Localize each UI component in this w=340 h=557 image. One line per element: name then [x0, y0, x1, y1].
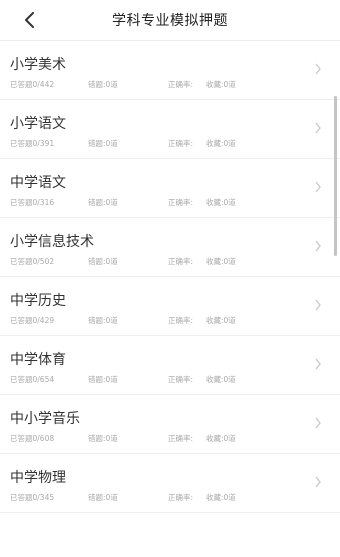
answered-count: 已答题0/429 — [10, 316, 55, 325]
accuracy: 正确率: — [168, 80, 194, 89]
favorites-count: 收藏:0道 — [206, 375, 236, 384]
top-bar: 学科专业模拟押题 — [0, 0, 340, 41]
favorites-count: 收藏:0道 — [206, 80, 236, 89]
chevron-right-icon — [315, 299, 321, 311]
wrong-count: 错题:0道 — [88, 316, 118, 325]
wrong-count: 错题:0道 — [88, 434, 118, 443]
list-item[interactable]: 小学语文 已答题0/391 错题:0道 正确率: 收藏:0道 — [0, 100, 340, 159]
wrong-count: 错题:0道 — [88, 198, 118, 207]
accuracy: 正确率: — [168, 139, 194, 148]
chevron-right-icon — [315, 358, 321, 370]
list-item[interactable]: 小学美术 已答题0/442 错题:0道 正确率: 收藏:0道 — [0, 41, 340, 100]
subject-list: 小学美术 已答题0/442 错题:0道 正确率: 收藏:0道 小学语文 已答题0… — [0, 41, 340, 513]
accuracy: 正确率: — [168, 316, 194, 325]
subject-name: 中学语文 — [10, 175, 66, 191]
subject-name: 中学物理 — [10, 470, 66, 486]
wrong-count: 错题:0道 — [88, 375, 118, 384]
list-item[interactable]: 中小学音乐 已答题0/608 错题:0道 正确率: 收藏:0道 — [0, 395, 340, 454]
answered-count: 已答题0/316 — [10, 198, 55, 207]
subject-name: 小学信息技术 — [10, 234, 94, 250]
answered-count: 已答题0/345 — [10, 493, 55, 502]
wrong-count: 错题:0道 — [88, 493, 118, 502]
chevron-right-icon — [315, 240, 321, 252]
chevron-right-icon — [315, 417, 321, 429]
chevron-right-icon — [315, 122, 321, 134]
accuracy: 正确率: — [168, 434, 194, 443]
wrong-count: 错题:0道 — [88, 139, 118, 148]
page-title: 学科专业模拟押题 — [112, 13, 228, 29]
favorites-count: 收藏:0道 — [206, 434, 236, 443]
subject-name: 中学历史 — [10, 293, 66, 309]
list-item[interactable]: 中学物理 已答题0/345 错题:0道 正确率: 收藏:0道 — [0, 454, 340, 513]
answered-count: 已答题0/442 — [10, 80, 55, 89]
subject-name: 小学美术 — [10, 57, 66, 73]
accuracy: 正确率: — [168, 375, 194, 384]
chevron-right-icon — [315, 476, 321, 488]
favorites-count: 收藏:0道 — [206, 198, 236, 207]
list-item[interactable]: 中学语文 已答题0/316 错题:0道 正确率: 收藏:0道 — [0, 159, 340, 218]
answered-count: 已答题0/391 — [10, 139, 55, 148]
answered-count: 已答题0/502 — [10, 257, 55, 266]
accuracy: 正确率: — [168, 198, 194, 207]
answered-count: 已答题0/608 — [10, 434, 55, 443]
wrong-count: 错题:0道 — [88, 257, 118, 266]
subject-name: 小学语文 — [10, 116, 66, 132]
chevron-right-icon — [315, 63, 321, 75]
subject-name: 中学体育 — [10, 352, 66, 368]
answered-count: 已答题0/654 — [10, 375, 55, 384]
accuracy: 正确率: — [168, 257, 194, 266]
scrollbar-thumb[interactable] — [334, 96, 337, 256]
favorites-count: 收藏:0道 — [206, 316, 236, 325]
wrong-count: 错题:0道 — [88, 80, 118, 89]
chevron-right-icon — [315, 181, 321, 193]
favorites-count: 收藏:0道 — [206, 493, 236, 502]
list-item[interactable]: 中学历史 已答题0/429 错题:0道 正确率: 收藏:0道 — [0, 277, 340, 336]
favorites-count: 收藏:0道 — [206, 257, 236, 266]
list-item[interactable]: 中学体育 已答题0/654 错题:0道 正确率: 收藏:0道 — [0, 336, 340, 395]
favorites-count: 收藏:0道 — [206, 139, 236, 148]
subject-name: 中小学音乐 — [10, 411, 80, 427]
accuracy: 正确率: — [168, 493, 194, 502]
list-item[interactable]: 小学信息技术 已答题0/502 错题:0道 正确率: 收藏:0道 — [0, 218, 340, 277]
